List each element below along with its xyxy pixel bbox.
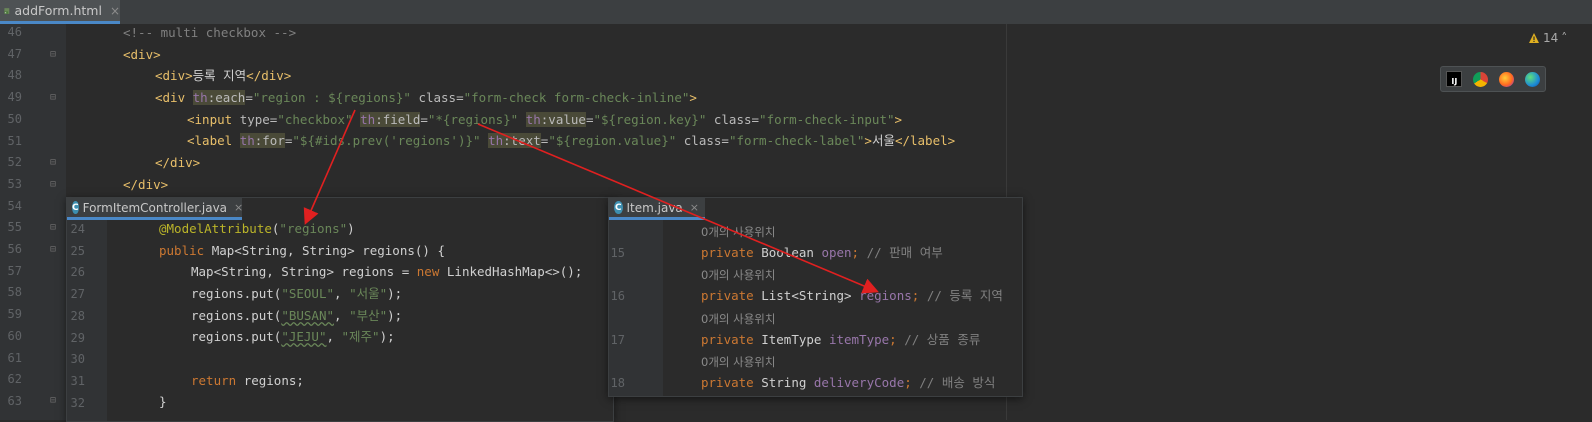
inspection-widget[interactable]: 14 ˄ (1528, 31, 1567, 45)
edge-icon[interactable] (1524, 71, 1540, 87)
chevron-up-icon[interactable]: ˄ (1561, 31, 1567, 45)
annotation-arrows (303, 109, 879, 294)
arrow-to-item-regions (477, 123, 879, 294)
arrow-to-model-attribute (303, 109, 356, 225)
browser-preview-bar: IJ (1440, 66, 1546, 92)
warning-count: 14 (1543, 31, 1559, 45)
intellij-icon[interactable]: IJ (1446, 71, 1463, 87)
warning-icon (1529, 33, 1539, 43)
firefox-icon[interactable] (1498, 71, 1514, 87)
chrome-icon[interactable] (1473, 71, 1489, 87)
